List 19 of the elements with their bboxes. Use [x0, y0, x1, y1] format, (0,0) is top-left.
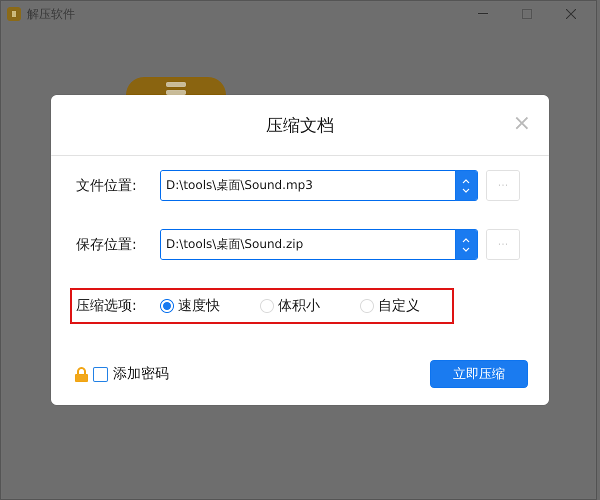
lock-icon [75, 366, 88, 382]
compress-button[interactable]: 立即压缩 [430, 360, 528, 388]
radio-option[interactable]: 自定义 [360, 297, 440, 315]
field-label: 文件位置: [76, 176, 138, 194]
radio-option[interactable]: 体积小 [260, 297, 340, 315]
dialog-title: 压缩文档 [266, 114, 334, 136]
close-icon[interactable] [566, 9, 576, 19]
checkbox-label: 添加密码 [113, 365, 169, 383]
field-label: 保存位置: [76, 236, 138, 254]
radio-option[interactable]: 速度快 [160, 297, 240, 315]
path-select[interactable]: D:\tools\桌面\Sound.zip [160, 229, 478, 260]
spinner-arrows-icon [462, 178, 470, 194]
password-checkbox[interactable] [93, 366, 108, 382]
app-logo-icon [7, 7, 21, 21]
maximize-icon[interactable] [522, 9, 532, 19]
spinner-arrows-icon [462, 236, 470, 252]
path-select[interactable]: D:\tools\桌面\Sound.mp3 [160, 170, 478, 201]
options-label: 压缩选项: [76, 297, 138, 315]
minimize-icon[interactable] [478, 13, 488, 15]
